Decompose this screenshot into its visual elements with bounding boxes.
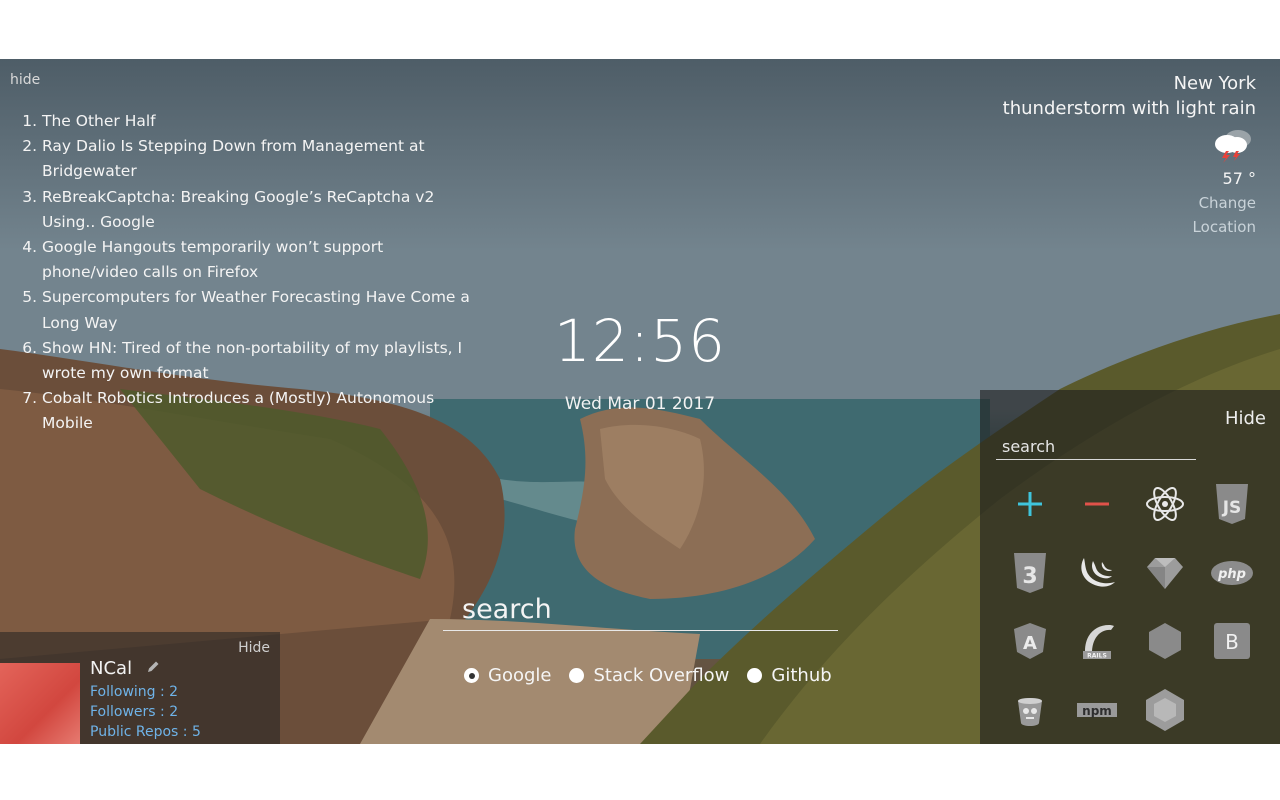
engine-option-google[interactable]: Google bbox=[464, 665, 551, 686]
github-username: NCal bbox=[90, 658, 133, 679]
weather-widget: New York thunderstorm with light rain 57… bbox=[936, 71, 1256, 239]
nodejs-icon[interactable] bbox=[1131, 607, 1199, 676]
gulp-icon[interactable] bbox=[996, 676, 1064, 745]
news-item[interactable]: The Other Half bbox=[42, 109, 480, 134]
php-icon-text: php bbox=[1217, 567, 1246, 582]
engine-radio-stack-overflow[interactable] bbox=[569, 668, 585, 683]
news-list: The Other Half Ray Dalio Is Stepping Dow… bbox=[0, 109, 480, 437]
css3-icon-text: 3 bbox=[1022, 564, 1037, 589]
news-item-title[interactable]: Google Hangouts temporarily won’t suppor… bbox=[42, 238, 383, 281]
engine-label: Github bbox=[771, 665, 832, 686]
github-following[interactable]: Following : 2 bbox=[90, 684, 178, 700]
engine-option-stack-overflow[interactable]: Stack Overflow bbox=[569, 665, 729, 686]
add-icon[interactable] bbox=[996, 470, 1064, 539]
change-location-link-line1[interactable]: Change bbox=[936, 191, 1256, 215]
rails-icon-text: RAILS bbox=[1087, 653, 1107, 660]
news-item[interactable]: Cobalt Robotics Introduces a (Mostly) Au… bbox=[42, 386, 480, 436]
pencil-icon[interactable] bbox=[146, 660, 160, 678]
change-location-link-line2[interactable]: Location bbox=[936, 215, 1256, 239]
dev-panel-hide-link[interactable]: Hide bbox=[1225, 408, 1266, 429]
dev-docs-panel: Hide JS bbox=[980, 390, 1280, 744]
github-profile-panel: Hide NCal Following : 2 Followers : 2 Pu… bbox=[0, 632, 280, 744]
thunderstorm-cloud-icon bbox=[1212, 127, 1256, 167]
remove-icon[interactable] bbox=[1064, 470, 1132, 539]
news-item[interactable]: Supercomputers for Weather Forecasting H… bbox=[42, 285, 480, 335]
search-engine-selector: Google Stack Overflow Github bbox=[464, 665, 832, 686]
rails-icon[interactable]: RAILS bbox=[1064, 607, 1132, 676]
clock-time: 12:56 bbox=[553, 307, 727, 375]
news-item-title[interactable]: Cobalt Robotics Introduces a (Mostly) Au… bbox=[42, 389, 434, 432]
news-item[interactable]: ReBreakCaptcha: Breaking Google’s ReCapt… bbox=[42, 185, 480, 235]
weather-description: thunderstorm with light rain bbox=[1002, 98, 1256, 119]
news-item[interactable]: Google Hangouts temporarily won’t suppor… bbox=[42, 235, 480, 285]
engine-label: Google bbox=[488, 665, 552, 686]
news-item-title[interactable]: The Other Half bbox=[42, 112, 156, 130]
npm-icon[interactable]: npm bbox=[1064, 676, 1132, 745]
github-public-repos[interactable]: Public Repos : 5 bbox=[90, 724, 201, 740]
news-item-title[interactable]: Show HN: Tired of the non-portability of… bbox=[42, 339, 462, 382]
news-item[interactable]: Show HN: Tired of the non-portability of… bbox=[42, 336, 480, 386]
dev-search-input[interactable] bbox=[996, 434, 1196, 460]
javascript-icon-text: JS bbox=[1222, 498, 1242, 518]
clock-date: Wed Mar 01 2017 bbox=[564, 394, 716, 414]
news-item[interactable]: Ray Dalio Is Stepping Down from Manageme… bbox=[42, 134, 480, 184]
news-hide-link[interactable]: hide bbox=[10, 72, 40, 88]
javascript-icon[interactable]: JS bbox=[1199, 470, 1267, 539]
news-item-title[interactable]: Supercomputers for Weather Forecasting H… bbox=[42, 288, 470, 331]
dev-icon-grid: JS 3 php A RAILS B npm bbox=[996, 470, 1266, 744]
news-item-title[interactable]: Ray Dalio Is Stepping Down from Manageme… bbox=[42, 137, 425, 180]
angular-icon[interactable]: A bbox=[996, 607, 1064, 676]
news-item-title[interactable]: ReBreakCaptcha: Breaking Google’s ReCapt… bbox=[42, 188, 434, 231]
angular-icon-text: A bbox=[1023, 633, 1037, 654]
github-followers[interactable]: Followers : 2 bbox=[90, 704, 178, 720]
new-tab-background: hide The Other Half Ray Dalio Is Steppin… bbox=[0, 59, 1280, 744]
engine-radio-github[interactable] bbox=[747, 668, 763, 683]
ruby-icon[interactable] bbox=[1131, 539, 1199, 608]
css3-icon[interactable]: 3 bbox=[996, 539, 1064, 608]
main-search-input[interactable] bbox=[443, 589, 838, 631]
php-icon[interactable]: php bbox=[1199, 539, 1267, 608]
nodejs-icon[interactable] bbox=[1131, 676, 1199, 745]
engine-radio-google[interactable] bbox=[464, 668, 479, 683]
engine-label: Stack Overflow bbox=[593, 665, 730, 686]
engine-option-github[interactable]: Github bbox=[747, 665, 832, 686]
github-hide-link[interactable]: Hide bbox=[238, 640, 270, 656]
bootstrap-icon-text: B bbox=[1225, 630, 1239, 654]
weather-temperature: 57 ° bbox=[1222, 169, 1256, 188]
empty-slot bbox=[1199, 676, 1267, 745]
bootstrap-icon[interactable]: B bbox=[1199, 607, 1267, 676]
jquery-icon[interactable] bbox=[1064, 539, 1132, 608]
weather-city: New York bbox=[1173, 73, 1256, 94]
avatar bbox=[0, 663, 80, 744]
react-icon[interactable] bbox=[1131, 470, 1199, 539]
npm-icon-text: npm bbox=[1082, 704, 1112, 718]
